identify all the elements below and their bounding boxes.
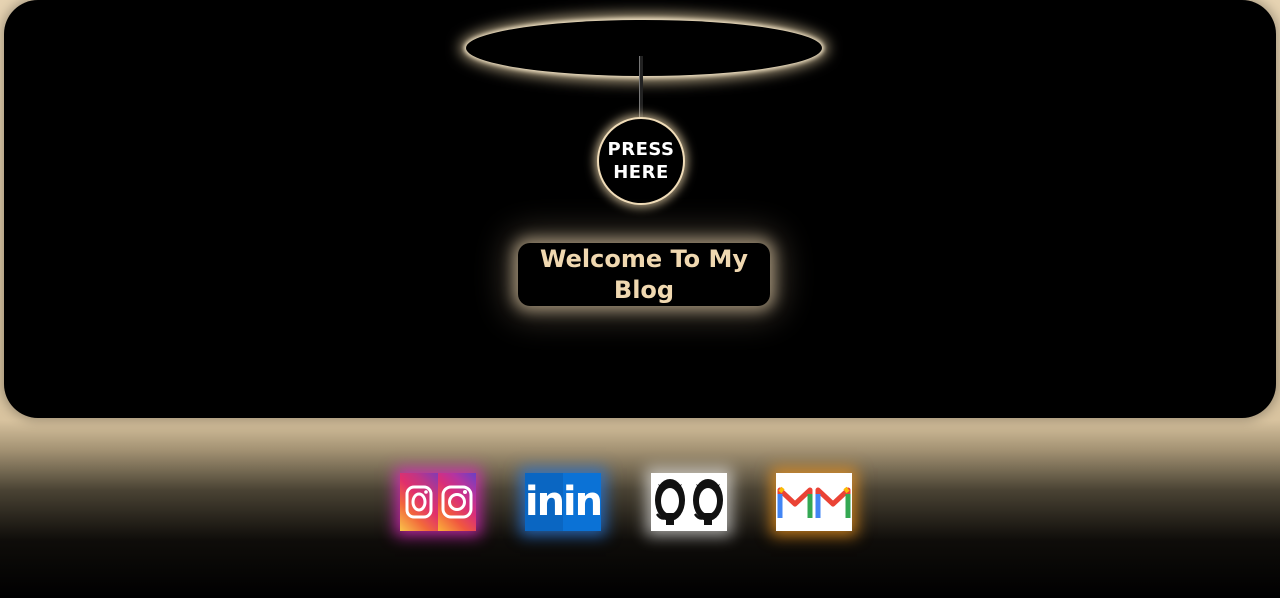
linkedin-icon: in xyxy=(525,473,563,531)
gmail-link[interactable] xyxy=(776,473,852,531)
github-icon xyxy=(689,473,727,531)
lamp-shade xyxy=(466,20,822,76)
hero-stage: PRESS HERE Welcome To My Blog xyxy=(4,0,1276,418)
instagram-icon xyxy=(400,473,438,531)
github-icon xyxy=(651,473,689,531)
press-here-button[interactable]: PRESS HERE xyxy=(599,119,683,203)
instagram-icon xyxy=(438,473,476,531)
gmail-icon xyxy=(776,473,814,531)
lamp-cord xyxy=(639,56,643,120)
linkedin-glyph: in xyxy=(563,479,601,525)
github-link[interactable] xyxy=(651,473,727,531)
press-button-line2: HERE xyxy=(613,162,669,183)
gmail-icon xyxy=(814,473,852,531)
linkedin-glyph: in xyxy=(525,479,563,525)
linkedin-icon: in xyxy=(563,473,601,531)
linkedin-link[interactable]: in in xyxy=(525,473,601,531)
welcome-title-line1: Welcome To My xyxy=(539,244,749,273)
welcome-title-line2: Blog xyxy=(613,275,675,304)
press-button-line1: PRESS xyxy=(607,139,675,160)
welcome-title: Welcome To My Blog xyxy=(518,243,770,306)
instagram-link[interactable] xyxy=(400,473,476,531)
